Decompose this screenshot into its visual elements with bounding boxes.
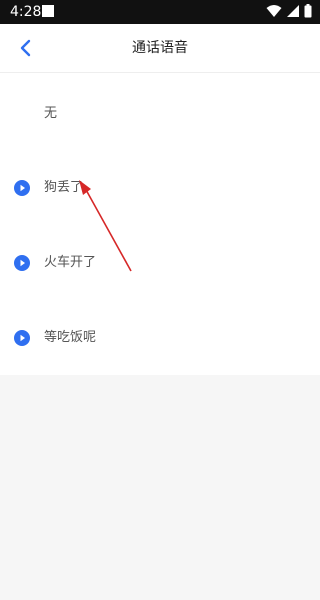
option-dog-lost[interactable]: 狗丢了 (0, 163, 320, 213)
status-time: 4:28 (10, 4, 42, 20)
signal-icon (286, 4, 300, 18)
option-label: 狗丢了 (44, 180, 84, 195)
battery-icon (304, 4, 312, 18)
option-none[interactable]: 无 (0, 89, 320, 139)
notification-square-icon (42, 5, 54, 17)
play-icon[interactable] (14, 180, 30, 196)
status-icons (266, 4, 312, 18)
option-waiting-dinner[interactable]: 等吃饭呢 (0, 313, 320, 363)
wifi-icon (266, 4, 282, 18)
option-train-left[interactable]: 火车开了 (0, 238, 320, 288)
status-bar: 4:28 (0, 0, 320, 24)
option-label: 无 (44, 106, 58, 121)
option-label: 等吃饭呢 (44, 330, 97, 345)
page-title: 通话语音 (132, 40, 188, 56)
option-label: 火车开了 (44, 255, 97, 270)
back-button[interactable] (10, 32, 42, 64)
back-chevron-icon (20, 39, 31, 57)
play-icon[interactable] (14, 255, 30, 271)
app-header: 通话语音 (0, 24, 320, 73)
play-icon[interactable] (14, 330, 30, 346)
voice-option-list: 无 狗丢了 火车开了 等吃饭呢 (0, 73, 320, 375)
